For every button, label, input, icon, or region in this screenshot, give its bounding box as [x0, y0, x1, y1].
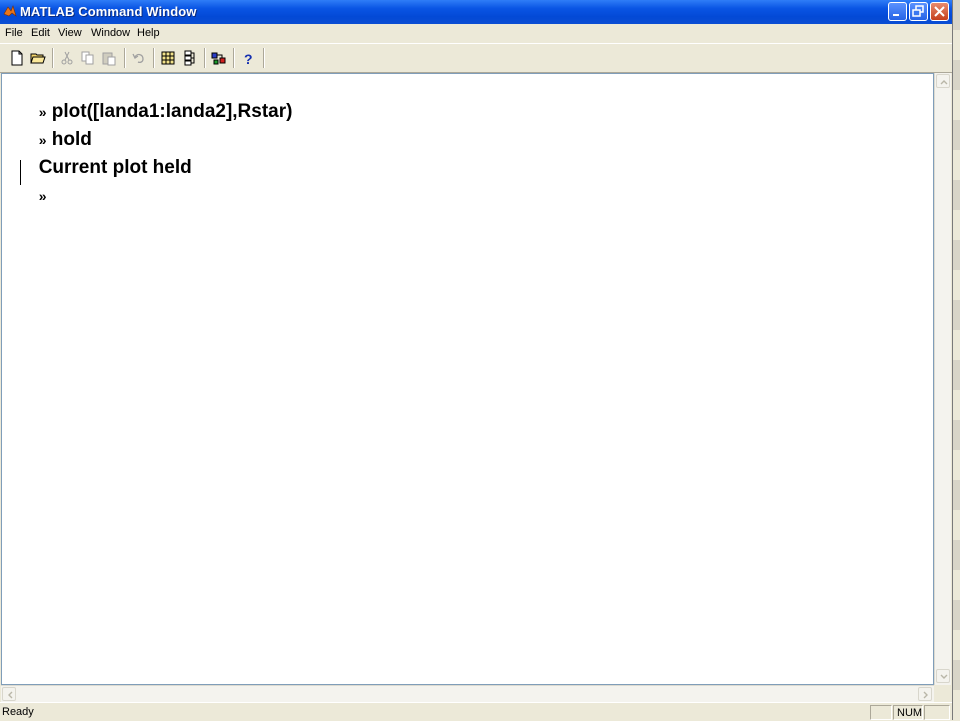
minimize-icon [893, 14, 899, 16]
menu-window[interactable]: Window [91, 27, 130, 39]
console-output-text: Current plot held [38, 157, 192, 178]
horizontal-scrollbar[interactable] [1, 685, 934, 702]
console-line: » hold [7, 104, 92, 150]
scroll-up-button[interactable] [936, 74, 950, 88]
help-label: ? [244, 51, 253, 66]
toolbar-separator [204, 48, 206, 68]
menu-help[interactable]: Help [137, 27, 160, 39]
help-icon[interactable]: ? [240, 50, 256, 66]
command-prompt: » [38, 188, 47, 204]
toolbar: ? [0, 43, 952, 73]
restore-icon [912, 5, 924, 17]
workspace-browser-icon[interactable] [160, 50, 176, 66]
cut-icon[interactable] [59, 50, 75, 66]
status-panel [924, 705, 950, 720]
undo-icon[interactable] [131, 50, 147, 66]
minimize-button[interactable] [888, 2, 907, 21]
text-cursor [20, 160, 21, 185]
command-console[interactable]: » plot([landa1:landa2],Rstar) » hold Cur… [1, 73, 934, 685]
new-file-icon[interactable] [9, 50, 25, 66]
scroll-right-button[interactable] [918, 687, 932, 701]
copy-icon[interactable] [80, 50, 96, 66]
toolbar-separator [263, 48, 265, 68]
chevron-up-icon [940, 80, 948, 85]
menu-file[interactable]: File [5, 27, 23, 39]
toolbar-separator [233, 48, 235, 68]
close-icon [934, 6, 945, 17]
menu-edit[interactable]: Edit [31, 27, 50, 39]
scroll-left-button[interactable] [2, 687, 16, 701]
num-lock-indicator: NUM [893, 705, 923, 720]
title-bar[interactable]: MATLAB Command Window [0, 0, 952, 24]
num-lock-label: NUM [897, 707, 923, 719]
paste-icon[interactable] [101, 50, 117, 66]
desktop-background [953, 0, 960, 720]
toolbar-separator [52, 48, 54, 68]
menu-bar: File Edit View Window Help [0, 24, 952, 42]
toolbar-separator [153, 48, 155, 68]
path-browser-icon[interactable] [182, 50, 198, 66]
status-bar: Ready NUM [0, 702, 952, 721]
vertical-scrollbar[interactable] [934, 73, 951, 685]
scroll-down-button[interactable] [936, 669, 950, 683]
console-input-line[interactable]: » [7, 160, 52, 204]
simulink-icon[interactable] [211, 50, 227, 66]
console-output-line: Current plot held [7, 132, 192, 178]
menu-view[interactable]: View [58, 27, 82, 39]
matlab-logo-icon [3, 5, 17, 17]
matlab-command-window: MATLAB Command Window File Edit View Win… [0, 0, 953, 720]
close-button[interactable] [930, 2, 949, 21]
chevron-left-icon [8, 691, 13, 699]
console-line: » plot([landa1:landa2],Rstar) [7, 76, 293, 122]
scrollbar-corner [935, 686, 951, 702]
chevron-right-icon [923, 691, 928, 699]
restore-button[interactable] [909, 2, 928, 21]
window-title: MATLAB Command Window [20, 4, 197, 19]
status-text: Ready [2, 706, 34, 718]
toolbar-separator [124, 48, 126, 68]
status-panel [870, 705, 892, 720]
chevron-down-icon [940, 674, 948, 679]
open-folder-icon[interactable] [30, 50, 46, 66]
